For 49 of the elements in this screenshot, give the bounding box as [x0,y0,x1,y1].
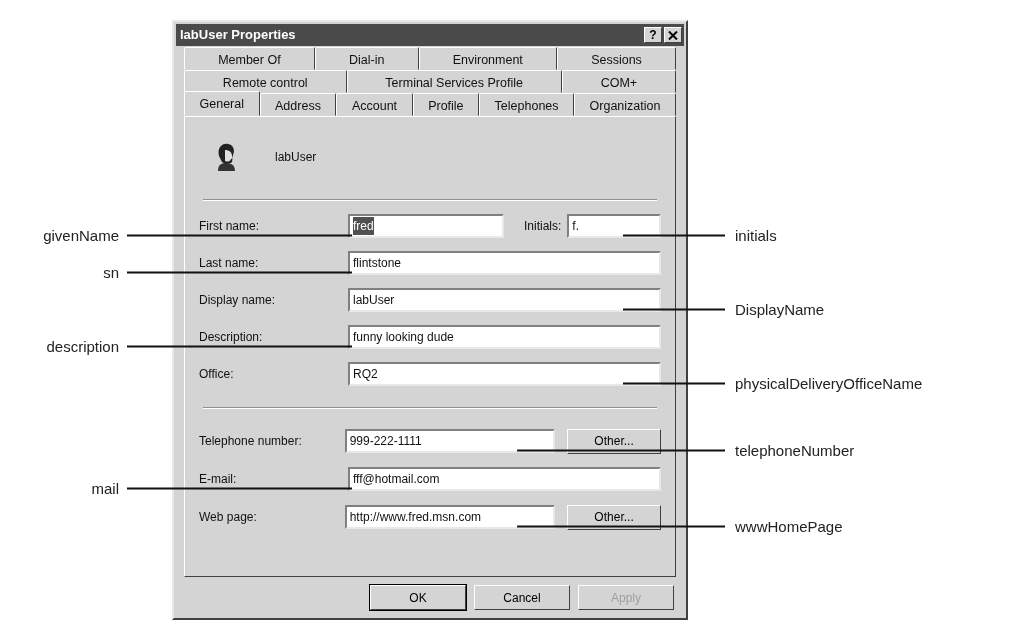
close-button[interactable] [664,27,682,43]
annotation-label: mail [91,478,119,499]
tab[interactable]: Address [259,93,337,116]
field-label: First name: [199,219,259,233]
close-icon [668,30,678,40]
help-button[interactable]: ? [644,27,662,43]
text-field[interactable]: fff@hotmail.com [348,467,661,491]
dialog-button[interactable]: Cancel [474,585,570,610]
field-label: Web page: [199,510,257,524]
field-label: Initials: [524,218,562,235]
field-label: E-mail: [199,472,237,486]
annotation-label: givenName [43,225,119,246]
tab[interactable]: Account [336,93,413,116]
annotation-label: initials [735,225,777,246]
annotation-label: wwwHomePage [735,516,843,537]
annotation-label: physicalDeliveryOfficeName [735,373,923,394]
text-field[interactable]: 999-222-1111 [344,429,556,453]
text-field[interactable]: flintstone [348,251,661,275]
annotation-label: sn [103,262,119,283]
field-label: Description: [199,330,263,344]
text-field[interactable]: funny looking dude [348,325,661,349]
dialog-button[interactable]: OK [370,585,466,610]
tab[interactable]: Telephones [479,93,575,116]
annotation-label: DisplayName [735,299,825,320]
tab[interactable]: Environment [418,47,557,70]
field-label: Display name: [199,293,276,307]
annotation-label: telephoneNumber [735,440,855,461]
tab[interactable]: Terminal Services Profile [346,70,562,93]
window-title: labUser Properties [180,26,297,45]
tab[interactable]: Dial-in [314,47,419,70]
tab[interactable]: Sessions [557,47,676,70]
tab[interactable]: Profile [412,93,480,116]
text-field[interactable]: f. [567,214,661,238]
text-field[interactable]: fred [348,214,504,238]
text-field[interactable]: RQ2 [348,362,661,386]
field-label: Office: [199,367,234,381]
other-button[interactable]: Other... [567,428,661,454]
text-field[interactable]: http://www.fred.msn.com [344,505,556,529]
annotation-label: description [46,336,119,357]
text-field[interactable]: labUser [348,288,661,312]
tab[interactable]: COM+ [561,70,676,93]
field-label: Telephone number: [199,434,302,448]
tab[interactable]: General [184,91,260,116]
tab[interactable]: Remote control [184,70,347,93]
tab[interactable]: Organization [574,93,676,116]
other-button[interactable]: Other... [567,504,661,530]
tab[interactable]: Member Of [184,47,315,70]
user-name: labUser [275,149,317,166]
field-label: Last name: [199,256,259,270]
